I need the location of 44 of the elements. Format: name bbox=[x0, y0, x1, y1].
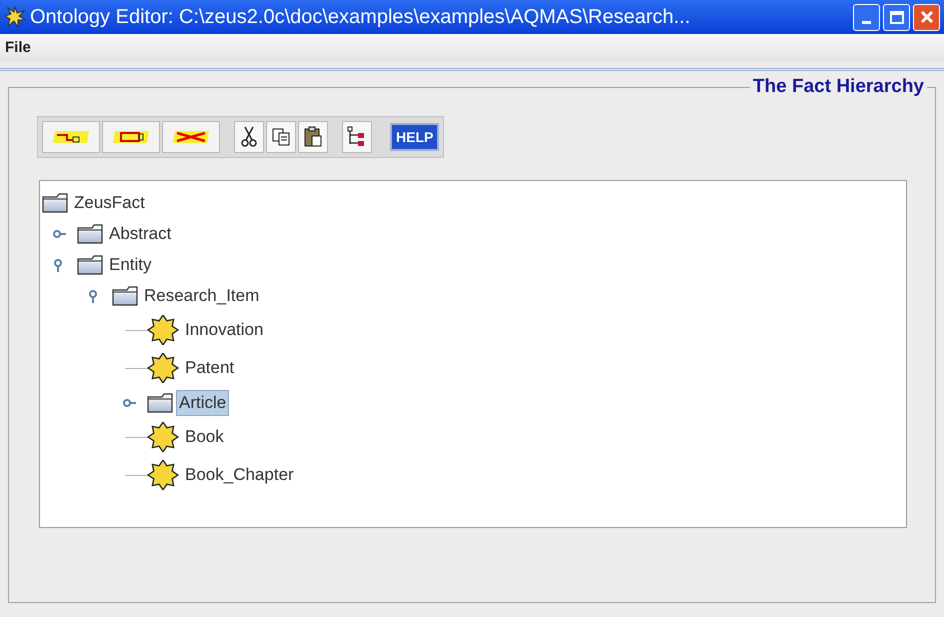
tree-node-label[interactable]: ZeusFact bbox=[71, 190, 148, 216]
folder-icon bbox=[147, 392, 173, 412]
tree-node-label[interactable]: Patent bbox=[182, 355, 238, 381]
tree-node-label[interactable]: Abstract bbox=[106, 220, 174, 246]
tree-node-label[interactable]: Entity bbox=[106, 252, 155, 278]
expanded-handle-icon[interactable] bbox=[52, 258, 64, 272]
star-burst-icon bbox=[147, 422, 179, 452]
folder-icon bbox=[42, 192, 68, 212]
add-sibling-button[interactable] bbox=[102, 121, 160, 153]
app-icon bbox=[4, 6, 26, 28]
connector-icon bbox=[51, 129, 91, 145]
box-connector-icon bbox=[111, 129, 151, 145]
clipboard-icon bbox=[303, 126, 323, 148]
tree-node-label[interactable]: Book bbox=[182, 424, 227, 450]
paste-button[interactable] bbox=[298, 121, 328, 153]
tree-node-label[interactable]: Research_Item bbox=[141, 282, 262, 308]
collapsed-handle-icon[interactable] bbox=[122, 398, 136, 408]
star-burst-icon bbox=[147, 460, 179, 490]
expanded-handle-icon[interactable] bbox=[87, 288, 99, 302]
cut-button[interactable] bbox=[234, 121, 264, 153]
delete-node-button[interactable] bbox=[162, 121, 220, 153]
tree-view-button[interactable] bbox=[342, 121, 372, 153]
tree-node-label[interactable]: Innovation bbox=[182, 317, 266, 343]
copy-icon bbox=[271, 127, 291, 147]
minimize-button[interactable] bbox=[853, 4, 880, 30]
folder-icon bbox=[77, 254, 103, 274]
tree-node-label[interactable]: Book_Chapter bbox=[182, 462, 297, 488]
collapsed-handle-icon[interactable] bbox=[52, 228, 66, 238]
panel-title: The Fact Hierarchy bbox=[750, 76, 927, 98]
menu-item[interactable]: File bbox=[3, 36, 33, 60]
cross-icon bbox=[171, 129, 211, 145]
copy-button[interactable] bbox=[266, 121, 296, 153]
add-node-button[interactable] bbox=[42, 121, 100, 153]
folder-icon bbox=[77, 224, 103, 244]
maximize-button[interactable] bbox=[883, 4, 910, 30]
tree-node-label[interactable]: Article bbox=[176, 390, 230, 416]
help-button[interactable]: HELP bbox=[390, 123, 440, 151]
close-button[interactable] bbox=[913, 4, 940, 30]
folder-icon bbox=[112, 286, 138, 306]
star-burst-icon bbox=[147, 353, 179, 383]
close-icon bbox=[920, 10, 934, 24]
window-title: Ontology Editor: C:\zeus2.0c\doc\examples\examples\AQMAS\Research... bbox=[30, 5, 690, 30]
star-burst-icon bbox=[147, 315, 179, 345]
scissors-icon bbox=[241, 126, 257, 148]
